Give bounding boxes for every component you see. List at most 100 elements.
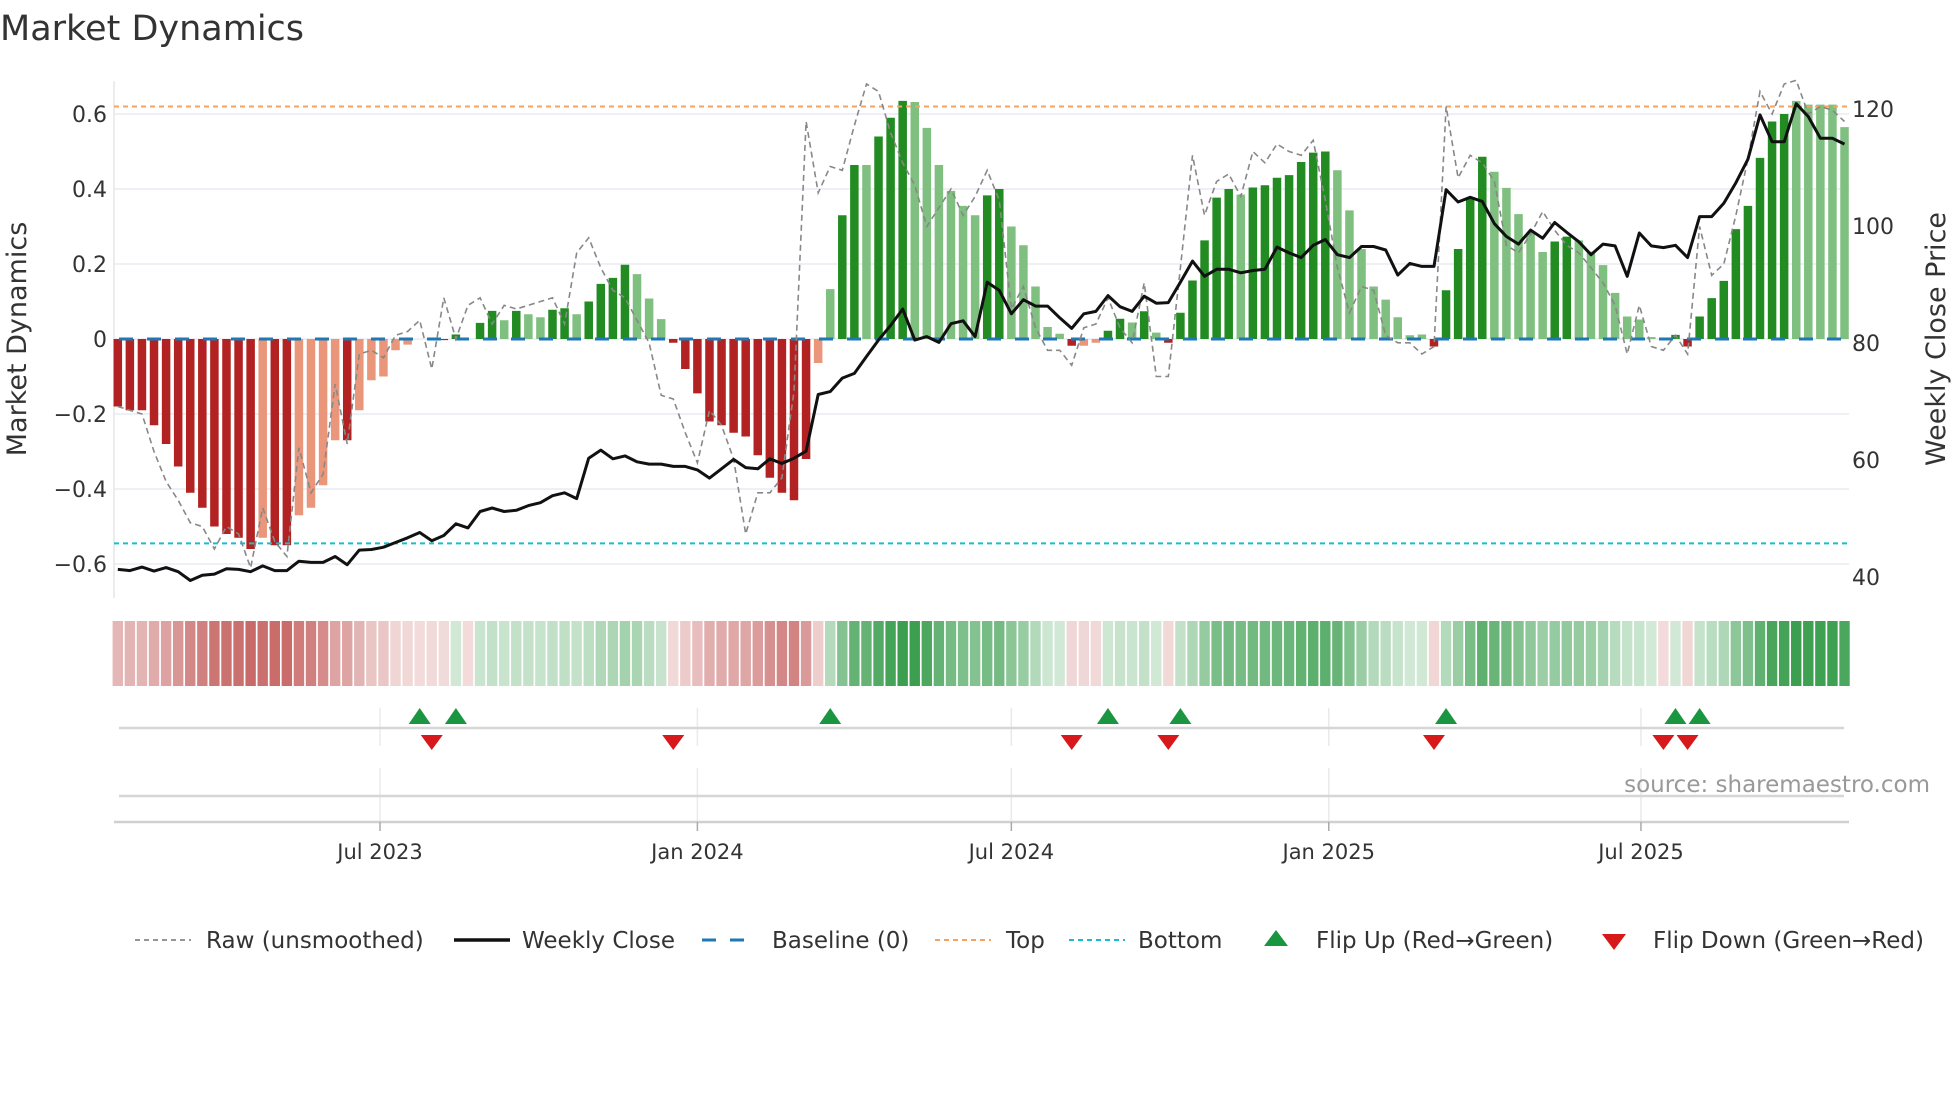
dynamics-bar [596, 283, 606, 339]
dynamics-bar [1731, 229, 1741, 339]
legend-label: Bottom [1138, 928, 1222, 954]
legend: Raw (unsmoothed) Weekly Close Baseline (0)… [135, 928, 1924, 954]
dynamics-bar [741, 339, 750, 437]
dynamics-bar [318, 339, 328, 486]
heat-strip-cell [583, 621, 594, 686]
dynamics-bar [1598, 265, 1608, 339]
dynamics-bar [862, 165, 871, 339]
dynamics-bar [1465, 197, 1475, 339]
dynamics-bar [838, 215, 847, 339]
heat-strip-cell [1211, 621, 1222, 686]
heat-strip-cell [136, 621, 148, 686]
heat-strip-cell [1489, 621, 1500, 686]
heat-strip-cell [402, 621, 413, 686]
heat-strip-cell [112, 621, 123, 686]
dynamics-bar [137, 339, 147, 411]
heat-strip-cell [1477, 621, 1488, 686]
dynamics-bar [1369, 286, 1378, 339]
heat-strip-cell [1694, 621, 1705, 686]
dynamics-bar [1115, 318, 1125, 339]
dynamics-bar [1453, 249, 1463, 339]
dynamics-bar [1695, 316, 1704, 339]
dynamics-bar [1043, 327, 1052, 339]
dynamics-bar [1224, 189, 1233, 339]
dynamics-bar [246, 339, 255, 549]
dynamics-bar [584, 301, 593, 339]
heat-strip-cell [1054, 621, 1065, 686]
heat-strip-cell [1126, 621, 1138, 686]
dynamics-bar [1526, 232, 1535, 339]
heat-strip-cell [1440, 621, 1452, 686]
heat-strip-cell [619, 621, 631, 686]
heat-strip-cell [885, 621, 896, 686]
heat-strip-cell [1332, 621, 1343, 686]
dynamics-bar [850, 165, 859, 339]
heat-strip-cell [957, 621, 969, 686]
heat-strip-cell [1501, 621, 1512, 686]
left-y-axis-label: Market Dynamics [2, 222, 33, 457]
heat-strip-cell [655, 621, 667, 686]
dynamics-bar [1019, 245, 1028, 339]
heat-strip-cell [209, 621, 220, 686]
x-axis: Jul 2023 Jan 2024 Jul 2024 Jan 2025 Jul 2025 [114, 768, 1849, 864]
heat-strip-cell [1754, 621, 1766, 686]
heat-strip-cell [595, 621, 606, 686]
dynamics-bar [681, 339, 690, 369]
heat-strip-cell [643, 621, 655, 686]
dynamics-bar [173, 339, 183, 467]
flip-up-marker [1169, 708, 1192, 724]
heat-strip-cell [1706, 621, 1717, 686]
heat-strip-cell [1537, 621, 1548, 686]
heat-strip-cell [1778, 621, 1790, 686]
flip-up-marker [1096, 708, 1119, 724]
heat-strip-cell [426, 621, 437, 686]
heat-strip-cell [716, 621, 727, 686]
dynamics-bar [1031, 286, 1040, 339]
heat-strip-cell [788, 621, 800, 686]
heat-strip-cell [1271, 621, 1283, 686]
flip-up-marker [444, 708, 467, 724]
dynamics-bar [1767, 121, 1777, 339]
heat-strip-cell [474, 621, 486, 686]
heat-strip-cell [607, 621, 619, 686]
heat-strip-cell [245, 621, 256, 686]
dynamics-bar [1550, 241, 1559, 339]
dynamics-bar [270, 339, 280, 546]
flip-down-marker [1060, 735, 1083, 750]
dynamics-bar [548, 309, 557, 339]
heat-strip-cell [1742, 621, 1754, 686]
heat-strip-cell [1030, 621, 1041, 686]
dynamics-bar [946, 190, 956, 339]
heat-strip-cell [414, 621, 425, 686]
heat-strip-cell [812, 621, 824, 686]
heat-strip-cell [366, 621, 377, 686]
legend-baseline: Baseline (0) [702, 928, 909, 954]
dynamics-bar [475, 322, 485, 339]
dynamics-bar [125, 339, 135, 411]
dynamics-bar [1345, 210, 1354, 339]
heat-strip-cell [668, 621, 679, 686]
dynamics-bar [1091, 339, 1101, 343]
x-tick-label: Jul 2023 [335, 840, 422, 864]
dynamics-bar [161, 339, 171, 444]
y-tick-label: −0.6 [54, 553, 107, 578]
dynamics-bar [813, 339, 823, 363]
right-y-tick-label: 60 [1852, 449, 1880, 474]
dynamics-bar [995, 189, 1004, 339]
heat-strip-cell [1513, 621, 1524, 686]
heat-strip-cell [1561, 621, 1572, 686]
dynamics-bar [729, 339, 738, 433]
regime-heat-strip [112, 621, 1850, 686]
dynamics-bar [789, 339, 799, 501]
heat-strip-cell [1416, 621, 1428, 686]
dynamics-bar [644, 298, 654, 339]
flip-up-marker [1435, 708, 1458, 724]
heat-strip-cell [148, 621, 160, 686]
heat-strip-cell [172, 621, 184, 686]
heat-strip-cell [1090, 621, 1102, 686]
heat-strip-cell [849, 621, 860, 686]
flip-markers-panel [119, 708, 1844, 750]
heat-strip-cell [692, 621, 703, 686]
heat-strip-cell [523, 621, 534, 686]
heat-strip-cell [897, 621, 908, 686]
